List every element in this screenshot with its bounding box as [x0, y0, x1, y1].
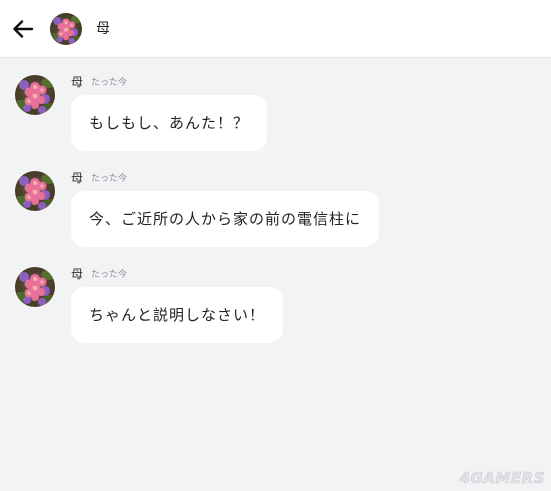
sender-name: 母 [71, 171, 84, 185]
message-time: たった今 [91, 174, 128, 184]
sender-name: 母 [71, 75, 84, 89]
message-item: 母 たった今 もしもし、あんた！？ [0, 75, 551, 165]
sender-avatar[interactable] [15, 267, 55, 307]
message-bubble: もしもし、あんた！？ [71, 95, 268, 151]
message-time: たった今 [91, 270, 128, 280]
contact-name: 母 [96, 21, 110, 37]
message-bubble: ちゃんと説明しなさい！ [71, 287, 284, 343]
message-item: 母 たった今 今、ご近所の人から家の前の電信柱に [0, 171, 551, 261]
back-button[interactable] [10, 17, 36, 41]
message-time: たった今 [91, 78, 128, 88]
arrow-left-icon [13, 20, 34, 38]
watermark-logo: 4GAMERS [459, 469, 545, 488]
contact-avatar[interactable] [50, 13, 82, 45]
sender-avatar[interactable] [15, 75, 55, 115]
sender-avatar[interactable] [15, 171, 55, 211]
chat-header: 母 [0, 0, 551, 58]
message-item: 母 たった今 ちゃんと説明しなさい！ [0, 267, 551, 357]
message-bubble: 今、ご近所の人から家の前の電信柱に [71, 191, 380, 247]
sender-name: 母 [71, 267, 84, 281]
